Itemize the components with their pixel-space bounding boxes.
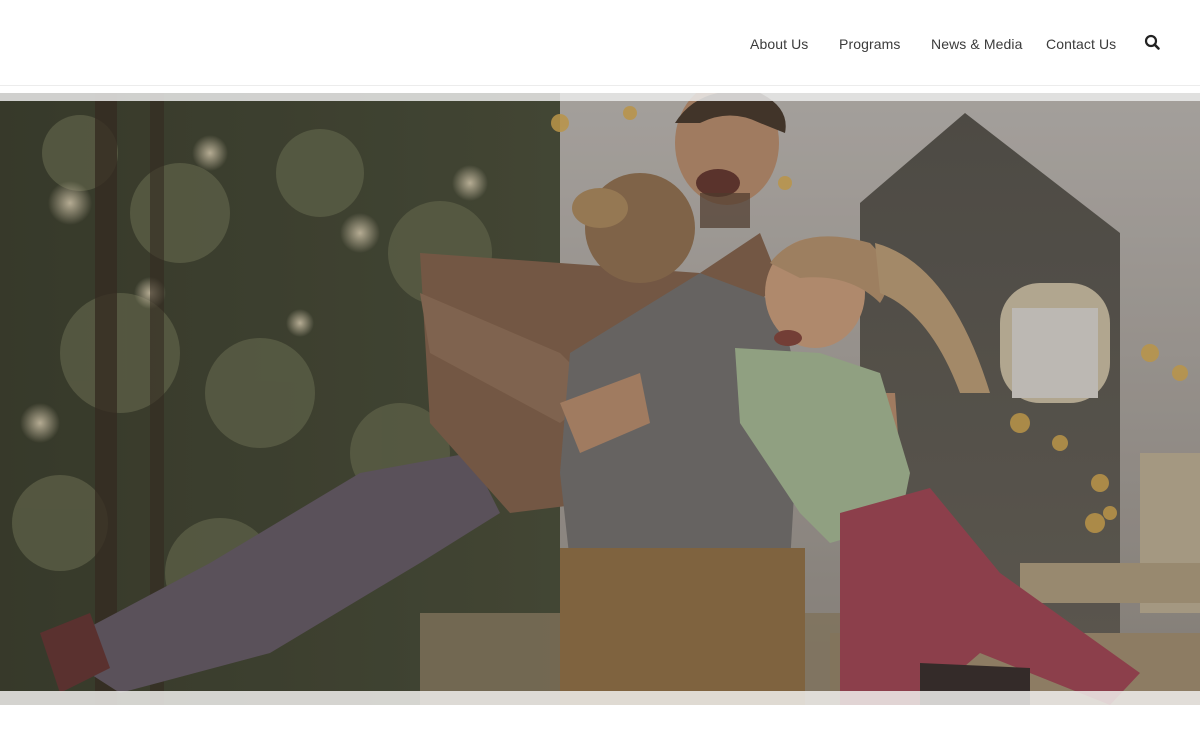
hero-bottom-band <box>0 691 1200 705</box>
hero-photo-family <box>0 93 1200 705</box>
main-navigation: About Us Programs News & Media Contact U… <box>0 36 1200 56</box>
nav-news-media[interactable]: News & Media <box>931 36 1022 52</box>
hero-top-band <box>0 93 1200 101</box>
site-header: About Us Programs News & Media Contact U… <box>0 0 1200 86</box>
nav-about-us[interactable]: About Us <box>750 36 808 52</box>
search-icon <box>1144 34 1160 50</box>
nav-contact-us[interactable]: Contact Us <box>1046 36 1116 52</box>
search-button[interactable] <box>1143 33 1163 53</box>
hero-banner <box>0 93 1200 705</box>
nav-programs[interactable]: Programs <box>839 36 900 52</box>
